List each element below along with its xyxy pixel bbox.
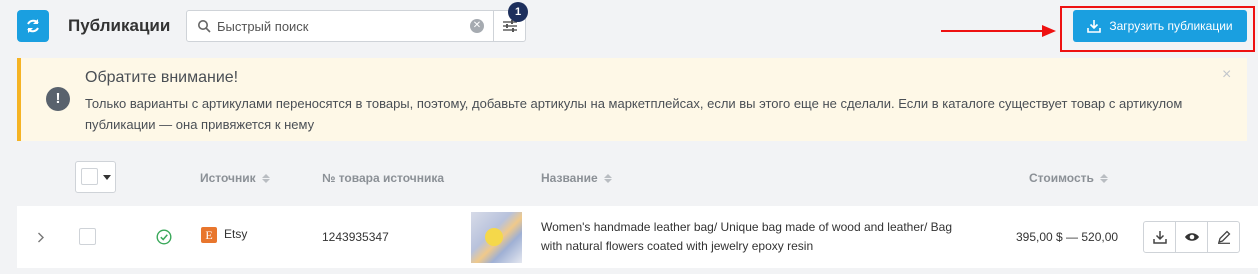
check-circle-icon [156, 229, 172, 245]
refresh-icon [27, 19, 39, 33]
row-name: Women's handmade leather bag/ Unique bag… [541, 220, 953, 253]
column-source-id-label: № товара источника [322, 171, 445, 185]
search-icon [198, 20, 211, 33]
column-source[interactable]: Источник [200, 171, 270, 185]
sort-icon [603, 173, 612, 183]
download-icon [1087, 20, 1102, 33]
download-icon [1152, 231, 1167, 244]
column-name[interactable]: Название [541, 171, 612, 185]
column-price-label: Стоимость [1029, 171, 1094, 185]
table-row[interactable]: E Etsy 1243935347 Women's handmade leath… [17, 206, 1258, 268]
upload-publications-button[interactable]: Загрузить публикации [1073, 10, 1247, 42]
exclamation-icon: ! [46, 87, 70, 111]
column-name-label: Название [541, 171, 598, 185]
refresh-button[interactable] [17, 10, 49, 42]
column-source-label: Источник [200, 171, 256, 185]
view-button[interactable] [1175, 221, 1208, 253]
notice-title: Обратите внимание! [85, 69, 239, 86]
annotation-arrow-head [1042, 25, 1056, 37]
pencil-icon [1217, 230, 1230, 244]
chevron-right-icon[interactable] [37, 232, 45, 243]
sort-icon [1099, 173, 1108, 183]
notice-text: Только варианты с артикулами переносятся… [85, 96, 1183, 132]
row-checkbox[interactable] [79, 228, 96, 245]
search-input[interactable] [217, 11, 457, 41]
chevron-down-icon [103, 175, 111, 180]
row-source: Etsy [224, 227, 248, 241]
download-button[interactable] [1143, 221, 1176, 253]
eye-icon [1184, 233, 1199, 241]
clear-search-icon[interactable]: ✕ [470, 19, 484, 33]
search-box: ✕ [186, 10, 526, 42]
edit-button[interactable] [1207, 221, 1240, 253]
select-all-checkbox[interactable] [81, 168, 98, 185]
sort-icon [261, 173, 270, 183]
column-price[interactable]: Стоимость [1029, 171, 1108, 185]
column-source-id: № товара источника [322, 171, 444, 185]
product-thumbnail [471, 212, 522, 263]
notice-banner: ! Обратите внимание! Только варианты с а… [17, 58, 1247, 141]
row-price: 395,00 $ — 520,00 [1016, 230, 1119, 244]
select-all-dropdown[interactable] [75, 161, 116, 193]
page-title: Публикации [68, 16, 171, 35]
table-header: Источник № товара источника Название Сто… [17, 152, 1258, 204]
close-icon[interactable]: × [1222, 66, 1231, 84]
filter-count-badge: 1 [508, 2, 528, 22]
etsy-logo-icon: E [201, 227, 217, 243]
annotation-arrow [941, 30, 1046, 32]
upload-publications-label: Загрузить публикации [1109, 19, 1233, 33]
row-source-id: 1243935347 [322, 230, 389, 244]
